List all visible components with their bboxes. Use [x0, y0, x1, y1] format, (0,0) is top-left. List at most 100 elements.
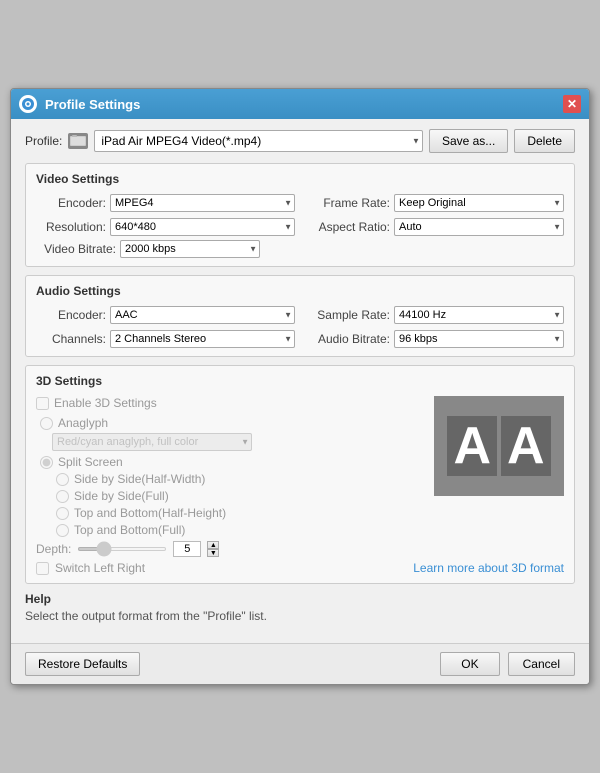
audio-encoder-select[interactable]: AAC — [110, 306, 295, 324]
channels-select[interactable]: 2 Channels Stereo — [110, 330, 295, 348]
three-d-left: Enable 3D Settings Anaglyph Red/cyan ana… — [36, 396, 414, 575]
switch-lr-row: Switch Left Right — [36, 561, 414, 575]
depth-row: Depth: ▲ ▼ — [36, 541, 414, 557]
save-as-button[interactable]: Save as... — [429, 129, 508, 153]
video-form-grid: Encoder: MPEG4 ▼ Frame Rate: Keep Origin… — [36, 194, 564, 236]
side-by-side-half-row: Side by Side(Half-Width) — [36, 472, 414, 486]
top-bottom-half-label: Top and Bottom(Half-Height) — [74, 506, 226, 520]
delete-button[interactable]: Delete — [514, 129, 575, 153]
anaglyph-radio[interactable] — [40, 417, 53, 430]
encoder-select[interactable]: MPEG4 — [110, 194, 295, 212]
three-d-title: 3D Settings — [36, 374, 564, 388]
top-bottom-full-label: Top and Bottom(Full) — [74, 523, 185, 537]
video-bitrate-row: Video Bitrate: 2000 kbps ▼ — [36, 240, 564, 258]
enable-3d-row: Enable 3D Settings — [36, 396, 414, 410]
preview-letter-a2: A — [501, 416, 551, 476]
three-d-settings-section: 3D Settings Enable 3D Settings Anaglyph — [25, 365, 575, 584]
switch-lr-checkbox[interactable] — [36, 562, 49, 575]
switch-lr-label: Switch Left Right — [55, 561, 145, 575]
anaglyph-radio-row: Anaglyph — [36, 416, 414, 430]
split-screen-label: Split Screen — [58, 455, 123, 469]
frame-rate-select[interactable]: Keep Original — [394, 194, 564, 212]
profile-settings-window: Profile Settings ✕ Profile: iPad Air MPE… — [10, 88, 590, 685]
enable-3d-checkbox[interactable] — [36, 397, 49, 410]
side-by-side-full-radio[interactable] — [56, 490, 69, 503]
window-title: Profile Settings — [45, 97, 563, 112]
frame-rate-row: Frame Rate: Keep Original ▼ — [305, 194, 564, 212]
three-d-content: Enable 3D Settings Anaglyph Red/cyan ana… — [36, 396, 564, 575]
frame-rate-wrap: Keep Original ▼ — [394, 194, 564, 212]
split-screen-radio[interactable] — [40, 456, 53, 469]
aspect-ratio-row: Aspect Ratio: Auto ▼ — [305, 218, 564, 236]
learn-more-link[interactable]: Learn more about 3D format — [413, 561, 564, 575]
depth-value-input[interactable] — [173, 541, 201, 557]
channels-row: Channels: 2 Channels Stereo ▼ — [36, 330, 295, 348]
side-by-side-half-radio[interactable] — [56, 473, 69, 486]
depth-label: Depth: — [36, 542, 71, 556]
anaglyph-select[interactable]: Red/cyan anaglyph, full color — [52, 433, 252, 451]
anaglyph-label: Anaglyph — [58, 416, 108, 430]
channels-label: Channels: — [36, 332, 106, 346]
top-bottom-half-row: Top and Bottom(Half-Height) — [36, 506, 414, 520]
depth-down-button[interactable]: ▼ — [207, 549, 219, 557]
help-title: Help — [25, 592, 575, 606]
top-bottom-full-row: Top and Bottom(Full) — [36, 523, 414, 537]
restore-defaults-button[interactable]: Restore Defaults — [25, 652, 140, 676]
top-bottom-full-radio[interactable] — [56, 524, 69, 537]
sample-rate-label: Sample Rate: — [305, 308, 390, 322]
audio-encoder-wrap: AAC ▼ — [110, 306, 295, 324]
top-bottom-half-radio[interactable] — [56, 507, 69, 520]
sample-rate-wrap: 44100 Hz ▼ — [394, 306, 564, 324]
encoder-row: Encoder: MPEG4 ▼ — [36, 194, 295, 212]
help-section: Help Select the output format from the "… — [25, 592, 575, 623]
sample-rate-row: Sample Rate: 44100 Hz ▼ — [305, 306, 564, 324]
audio-bitrate-select[interactable]: 96 kbps — [394, 330, 564, 348]
three-d-right: A A Learn more about 3D format — [424, 396, 564, 575]
aspect-ratio-select[interactable]: Auto — [394, 218, 564, 236]
profile-icon — [68, 133, 88, 149]
title-bar: Profile Settings ✕ — [11, 89, 589, 119]
preview-letters: A A — [447, 416, 550, 476]
help-text: Select the output format from the "Profi… — [25, 609, 575, 623]
aspect-ratio-label: Aspect Ratio: — [305, 220, 390, 234]
frame-rate-label: Frame Rate: — [305, 196, 390, 210]
split-screen-radio-row: Split Screen — [36, 455, 414, 469]
sample-rate-select[interactable]: 44100 Hz — [394, 306, 564, 324]
audio-bitrate-label: Audio Bitrate: — [305, 332, 390, 346]
bottom-bar: Restore Defaults OK Cancel — [11, 643, 589, 684]
video-bitrate-wrap: 2000 kbps ▼ — [120, 240, 260, 258]
audio-encoder-row: Encoder: AAC ▼ — [36, 306, 295, 324]
encoder-label: Encoder: — [36, 196, 106, 210]
side-by-side-full-row: Side by Side(Full) — [36, 489, 414, 503]
profile-row: Profile: iPad Air MPEG4 Video(*.mp4) ▼ S… — [25, 129, 575, 153]
audio-bitrate-wrap: 96 kbps ▼ — [394, 330, 564, 348]
enable-3d-label: Enable 3D Settings — [54, 396, 157, 410]
side-by-side-full-label: Side by Side(Full) — [74, 489, 169, 503]
cancel-button[interactable]: Cancel — [508, 652, 575, 676]
audio-settings-section: Audio Settings Encoder: AAC ▼ Sample Rat… — [25, 275, 575, 357]
aspect-ratio-wrap: Auto ▼ — [394, 218, 564, 236]
anaglyph-select-row: Red/cyan anaglyph, full color ▼ — [36, 433, 414, 451]
bottom-right-buttons: OK Cancel — [440, 652, 575, 676]
audio-settings-title: Audio Settings — [36, 284, 564, 298]
preview-letter-a1: A — [447, 416, 497, 476]
profile-label: Profile: — [25, 134, 62, 148]
encoder-wrap: MPEG4 ▼ — [110, 194, 295, 212]
video-bitrate-select[interactable]: 2000 kbps — [120, 240, 260, 258]
close-button[interactable]: ✕ — [563, 95, 581, 113]
depth-slider[interactable] — [77, 547, 167, 551]
depth-up-button[interactable]: ▲ — [207, 541, 219, 549]
resolution-row: Resolution: 640*480 ▼ — [36, 218, 295, 236]
app-icon — [19, 95, 37, 113]
ok-button[interactable]: OK — [440, 652, 499, 676]
preview-box: A A — [434, 396, 564, 496]
resolution-label: Resolution: — [36, 220, 106, 234]
audio-form-grid: Encoder: AAC ▼ Sample Rate: 44100 Hz — [36, 306, 564, 348]
resolution-wrap: 640*480 ▼ — [110, 218, 295, 236]
resolution-select[interactable]: 640*480 — [110, 218, 295, 236]
audio-bitrate-row: Audio Bitrate: 96 kbps ▼ — [305, 330, 564, 348]
video-bitrate-label: Video Bitrate: — [36, 242, 116, 256]
profile-select[interactable]: iPad Air MPEG4 Video(*.mp4) — [94, 130, 423, 152]
depth-spinners: ▲ ▼ — [207, 541, 219, 557]
channels-wrap: 2 Channels Stereo ▼ — [110, 330, 295, 348]
